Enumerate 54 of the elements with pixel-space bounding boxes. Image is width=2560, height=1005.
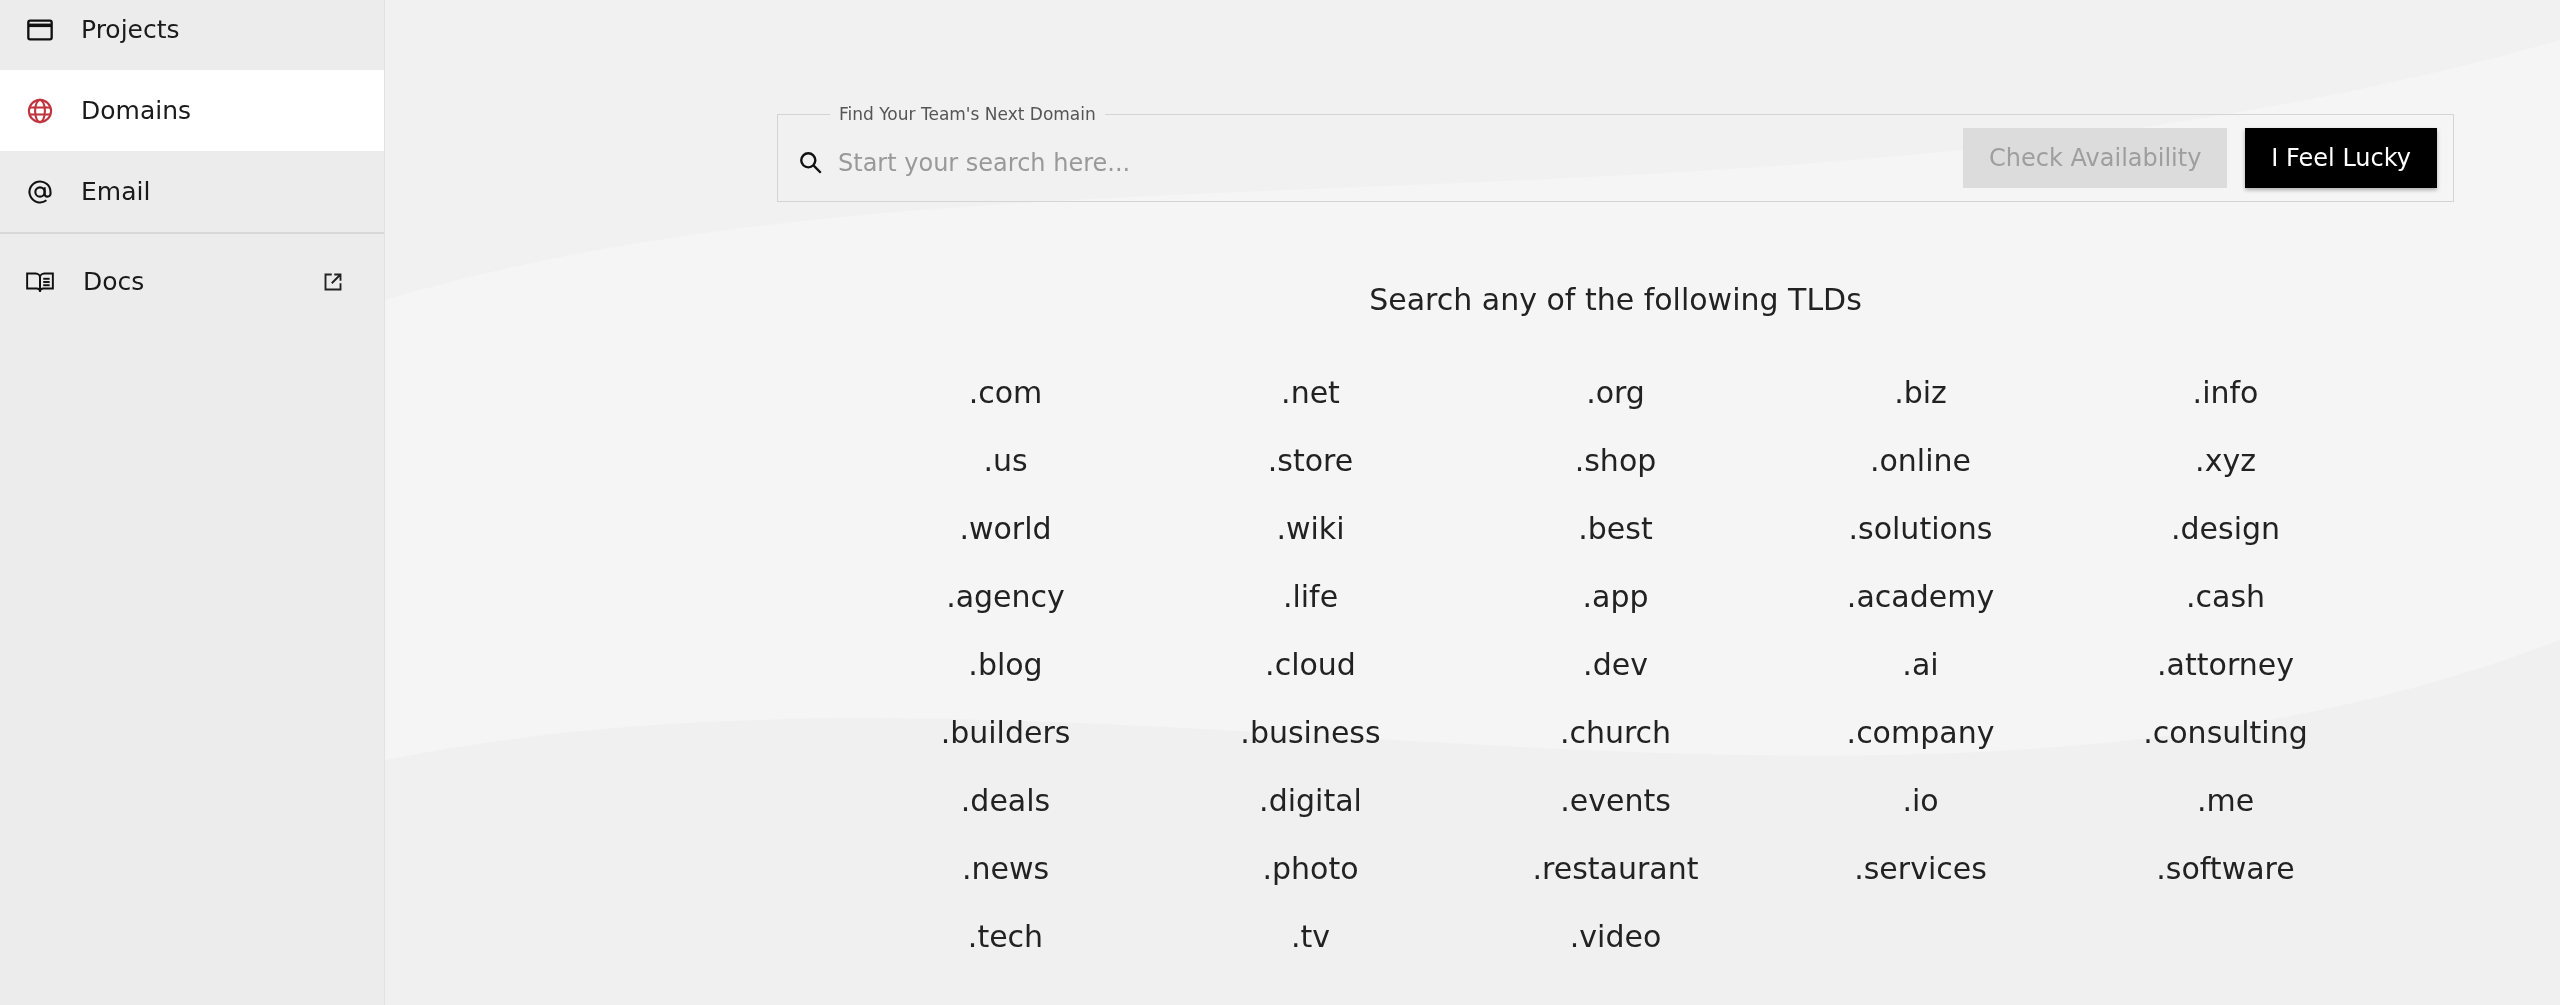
tld-link[interactable]: .dev <box>1463 644 1768 686</box>
tld-link[interactable]: .consulting <box>2073 712 2378 754</box>
sidebar-item[interactable]: Docs <box>0 234 384 329</box>
tld-link[interactable]: .solutions <box>1768 508 2073 550</box>
tld-link[interactable]: .biz <box>1768 372 2073 414</box>
tld-link[interactable]: .net <box>1158 372 1463 414</box>
tld-heading: Search any of the following TLDs <box>1368 282 1863 317</box>
tld-link[interactable]: .tv <box>1158 916 1463 958</box>
sidebar-item[interactable]: Email <box>0 151 384 232</box>
tld-link[interactable]: .online <box>1768 440 2073 482</box>
tld-link[interactable]: .life <box>1158 576 1463 618</box>
tld-link[interactable]: .news <box>853 848 1158 890</box>
sidebar-item[interactable]: Domains <box>0 70 384 151</box>
tld-link[interactable]: .cash <box>2073 576 2378 618</box>
tld-link[interactable]: .company <box>1768 712 2073 754</box>
at-icon <box>25 177 55 206</box>
tld-link[interactable]: .io <box>1768 780 2073 822</box>
tld-link[interactable]: .shop <box>1463 440 1768 482</box>
tld-link[interactable]: .academy <box>1768 576 2073 618</box>
tld-link[interactable]: .ai <box>1768 644 2073 686</box>
tld-link[interactable]: .digital <box>1158 780 1463 822</box>
tld-link[interactable]: .com <box>853 372 1158 414</box>
tld-link[interactable]: .design <box>2073 508 2378 550</box>
tld-link[interactable]: .best <box>1463 508 1768 550</box>
search-field[interactable]: Start your search here... <box>836 147 1946 178</box>
tld-link[interactable]: .org <box>1463 372 1768 414</box>
tld-link[interactable]: .app <box>1463 576 1768 618</box>
tld-link[interactable]: .services <box>1768 848 2073 890</box>
tld-link[interactable]: .restaurant <box>1463 848 1768 890</box>
tld-link[interactable]: .blog <box>853 644 1158 686</box>
tld-link[interactable]: .agency <box>853 576 1158 618</box>
tld-link[interactable]: .photo <box>1158 848 1463 890</box>
tld-link[interactable]: .video <box>1463 916 1768 958</box>
tld-link[interactable]: .church <box>1463 712 1768 754</box>
tld-link[interactable]: .builders <box>853 712 1158 754</box>
tld-link[interactable]: .me <box>2073 780 2378 822</box>
tld-link[interactable]: .info <box>2073 372 2378 414</box>
tld-link[interactable]: .store <box>1158 440 1463 482</box>
sidebar-item[interactable]: Projects <box>0 0 384 70</box>
tld-link[interactable]: .xyz <box>2073 440 2378 482</box>
tld-link[interactable]: .tech <box>853 916 1158 958</box>
tld-link[interactable]: .attorney <box>2073 644 2378 686</box>
tld-link[interactable]: .cloud <box>1158 644 1463 686</box>
tld-link[interactable]: .world <box>853 508 1158 550</box>
tld-link[interactable]: .us <box>853 440 1158 482</box>
search-button[interactable]: I Feel Lucky <box>2245 127 2437 188</box>
tld-link[interactable]: .wiki <box>1158 508 1463 550</box>
search-icon <box>798 149 824 176</box>
tld-link[interactable]: .software <box>2073 848 2378 890</box>
search-legend: Find Your Team's Next Domain <box>830 104 1105 124</box>
tld-link[interactable]: .events <box>1463 780 1768 822</box>
tld-link[interactable]: .deals <box>853 780 1158 822</box>
globe-icon <box>25 96 55 125</box>
tld-link[interactable]: .business <box>1158 712 1463 754</box>
